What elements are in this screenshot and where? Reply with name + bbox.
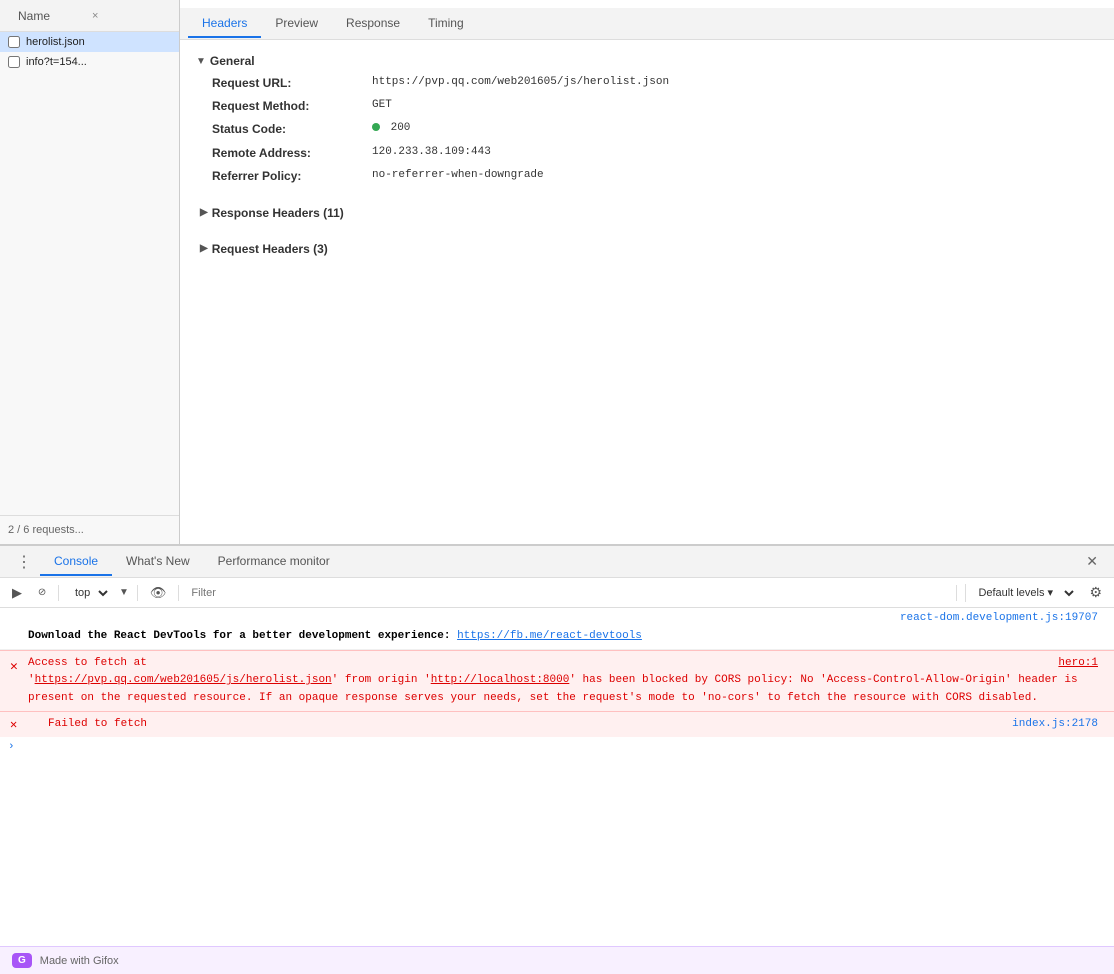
general-section-title[interactable]: ▼ General [196, 48, 1098, 72]
tab-close-icon[interactable]: × [88, 10, 102, 22]
referrer-policy-label: Referrer Policy: [212, 167, 372, 186]
failed-fetch-icon: ✕ [10, 716, 17, 734]
gifox-text: Made with Gifox [40, 955, 119, 967]
settings-gear-icon[interactable]: ⚙ [1085, 584, 1106, 601]
request-headers-label: Request Headers (3) [212, 242, 328, 256]
headers-panel: Headers Preview Response Timing ▼ Genera… [180, 0, 1114, 544]
status-code-label: Status Code: [212, 120, 372, 139]
status-dot-icon [372, 123, 380, 131]
gifox-icon: G [12, 953, 32, 968]
remote-address-value: 120.233.38.109:443 [372, 144, 491, 163]
filter-input[interactable] [187, 585, 948, 601]
tab-response[interactable]: Response [332, 10, 414, 38]
clear-console-button[interactable]: ⊘ [34, 585, 50, 601]
cors-error-source[interactable]: hero:1 [1058, 655, 1098, 673]
gifox-bar: G Made with Gifox [0, 946, 1114, 974]
request-url-value: https://pvp.qq.com/web201605/js/herolist… [372, 74, 669, 93]
headers-content: ▼ General Request URL: https://pvp.qq.co… [180, 40, 1114, 268]
react-devtools-info: Download the React DevTools for a better… [0, 624, 1114, 650]
context-arrow-icon: ▼ [119, 587, 129, 598]
general-status-code: Status Code: 200 [196, 118, 1098, 141]
failed-to-fetch-text: Failed to fetch [28, 716, 147, 733]
request-method-label: Request Method: [212, 97, 372, 116]
react-dom-source-ref: react-dom.development.js:19707 [0, 608, 1114, 624]
failed-to-fetch-row: ✕ Failed to fetch index.js:2178 [0, 712, 1114, 737]
tab-headers[interactable]: Headers [188, 10, 261, 38]
general-referrer-policy: Referrer Policy: no-referrer-when-downgr… [196, 165, 1098, 188]
context-selector[interactable]: top [67, 584, 111, 602]
request-headers-triangle-icon: ▶ [200, 243, 208, 254]
file-checkbox-info[interactable] [8, 56, 20, 68]
toolbar-divider-3 [178, 585, 179, 601]
cors-error-row: ✕ hero:1 Access to fetch at 'https://pvp… [0, 650, 1114, 713]
tab-timing[interactable]: Timing [414, 10, 478, 38]
general-remote-address: Remote Address: 120.233.38.109:443 [196, 142, 1098, 165]
prompt-arrow-icon: › [8, 741, 15, 753]
general-label: General [210, 54, 255, 68]
console-menu-icon[interactable]: ⋮ [8, 552, 40, 572]
file-list-sidebar: Name × herolist.json info?t=154... 2 / 6… [0, 0, 180, 544]
tab-whats-new[interactable]: What's New [112, 548, 204, 576]
request-url-label: Request URL: [212, 74, 372, 93]
status-code-number: 200 [391, 122, 411, 134]
request-method-value: GET [372, 97, 392, 116]
execute-button[interactable]: ▶ [8, 583, 26, 603]
request-headers-section[interactable]: ▶ Request Headers (3) [196, 238, 1098, 260]
tab-performance-monitor[interactable]: Performance monitor [204, 548, 344, 576]
log-levels-selector[interactable]: Default levels ▾ [965, 584, 1077, 602]
general-request-method: Request Method: GET [196, 95, 1098, 118]
network-tabs: Name × [0, 0, 179, 32]
response-headers-section[interactable]: ▶ Response Headers (11) [196, 202, 1098, 224]
console-close-icon[interactable]: ✕ [1078, 553, 1106, 570]
tab-name[interactable]: Name [8, 3, 88, 29]
file-checkbox-herolist[interactable] [8, 36, 20, 48]
requests-count: 2 / 6 requests... [0, 515, 179, 544]
console-toolbar: ▶ ⊘ top ▼ 👁 Default levels ▾ ⚙ [0, 578, 1114, 608]
file-name-info: info?t=154... [26, 56, 87, 68]
status-code-value: 200 [372, 120, 410, 139]
error-icon-1: ✕ [10, 657, 18, 678]
react-devtools-text: Download the React DevTools for a better… [28, 630, 457, 642]
general-triangle-icon: ▼ [196, 56, 206, 67]
network-panel: Name × herolist.json info?t=154... 2 / 6… [0, 0, 1114, 545]
response-headers-triangle-icon: ▶ [200, 207, 208, 218]
file-name-herolist: herolist.json [26, 36, 85, 48]
file-list-item-info[interactable]: info?t=154... [0, 52, 179, 72]
console-tabs-row: ⋮ Console What's New Performance monitor… [0, 546, 1114, 578]
herolist-url-link[interactable]: https://pvp.qq.com/web201605/js/herolist… [35, 674, 332, 686]
console-prompt: › [0, 737, 1114, 757]
general-request-url: Request URL: https://pvp.qq.com/web20160… [196, 72, 1098, 95]
toolbar-divider-4 [956, 585, 957, 601]
react-devtools-link[interactable]: https://fb.me/react-devtools [457, 630, 642, 642]
toolbar-divider-2 [137, 585, 138, 601]
failed-fetch-source[interactable]: index.js:2178 [1012, 716, 1098, 733]
tab-console[interactable]: Console [40, 548, 112, 576]
toolbar-divider-1 [58, 585, 59, 601]
file-list-item-herolist[interactable]: herolist.json [0, 32, 179, 52]
response-headers-label: Response Headers (11) [212, 206, 344, 220]
localhost-link[interactable]: http://localhost:8000 [431, 674, 570, 686]
tab-preview[interactable]: Preview [261, 10, 332, 38]
console-content: react-dom.development.js:19707 Download … [0, 608, 1114, 946]
eye-icon[interactable]: 👁 [146, 583, 171, 603]
remote-address-label: Remote Address: [212, 144, 372, 163]
referrer-policy-value: no-referrer-when-downgrade [372, 167, 544, 186]
console-panel: ⋮ Console What's New Performance monitor… [0, 545, 1114, 974]
headers-tabs-row: Headers Preview Response Timing [180, 8, 1114, 40]
